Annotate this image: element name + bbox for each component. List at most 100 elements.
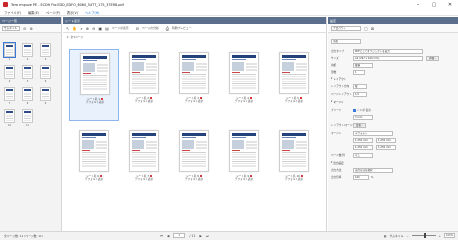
page-card[interactable]: シート名 3 デフォルト表示 [169, 49, 219, 121]
menu-page[interactable]: ページ(P) [46, 10, 60, 15]
output-method-select[interactable]: 出力方法を選択 [353, 167, 393, 173]
page-card[interactable]: シート名 6 デフォルト表示 [69, 127, 119, 199]
page-title-band [182, 133, 206, 136]
bleed-checkbox[interactable] [353, 108, 356, 112]
margin-row: マージン デフォルト [331, 130, 455, 136]
margin-select[interactable]: デフォルト [353, 130, 393, 136]
page-thumbnail[interactable] [4, 109, 15, 123]
menu-help[interactable]: ヘルプ(H) [85, 10, 99, 15]
zoom-out-icon[interactable]: ⊖ [23, 26, 26, 31]
status-dot-icon [300, 175, 303, 177]
page-side-text [296, 140, 307, 149]
settings-pane: 設定 プロパティ ▢ ⊠ 全般 出力タイプ PDFとしてオブジェクトを出力 サイ… [328, 17, 458, 231]
bleed-input[interactable]: 3 mm [353, 114, 373, 120]
page-view-icon[interactable]: ▤ [105, 26, 109, 31]
page-thumbnail[interactable] [4, 65, 15, 79]
page-thumbnail[interactable] [22, 109, 33, 123]
margin-section-toggle[interactable]: ▾ マージン [331, 99, 344, 104]
page-cols-select[interactable]: なし [353, 152, 373, 158]
page-side-text [146, 140, 157, 149]
zoom-slider[interactable] [411, 233, 436, 238]
view-mode-select[interactable]: サムネイル [2, 25, 20, 31]
page-thumbnail[interactable] [22, 43, 33, 57]
margin-bottom-input[interactable]: 1,250 mm [376, 137, 396, 143]
page-card[interactable]: シート名 9 デフォルト表示 [219, 127, 269, 199]
page-view-button[interactable]: ページの表示 [112, 26, 129, 30]
page-split-button[interactable]: ページの分割 [142, 26, 159, 30]
page-card[interactable]: シート名 4 デフォルト表示 [219, 49, 269, 121]
page-image-block [132, 140, 144, 149]
size-select[interactable]: A4 (297 x 420 mm) [353, 55, 423, 61]
output-section-toggle[interactable]: ▾ 出力設定 [331, 160, 344, 165]
layout-section-toggle[interactable]: ▾ レイアウト [331, 76, 346, 81]
last-page-icon[interactable]: ⏭ [206, 234, 209, 238]
page-thumbnail[interactable] [3, 42, 16, 58]
menu-edit[interactable]: 編集(E) [28, 10, 39, 15]
next-page-icon[interactable]: ▶ [199, 234, 201, 238]
page-card[interactable]: シート名 5 デフォルト表示 [269, 49, 319, 121]
delete-icon[interactable]: ⊠ [371, 26, 374, 31]
output-scale-input[interactable]: 100 [353, 174, 369, 180]
page-thumbnail[interactable] [22, 65, 33, 79]
first-page-icon[interactable]: ⏮ [160, 234, 163, 238]
page-thumbnail[interactable] [40, 65, 51, 79]
page-thumbnail[interactable] [40, 43, 51, 57]
zoom-level[interactable]: 100% [444, 233, 455, 238]
output-type-row: 出力タイプ PDFとしてオブジェクトを出力 [331, 48, 455, 54]
save-icon[interactable]: ▢ [364, 26, 368, 31]
page-image-block [82, 140, 94, 149]
layout-direction-select[interactable]: 縦 [353, 83, 367, 89]
general-select[interactable]: 全般 [331, 38, 361, 44]
status-dot-icon [99, 175, 102, 177]
margin-right-input[interactable]: 1,250 mm [376, 144, 396, 150]
split-icon[interactable]: ⊟ [136, 26, 139, 31]
prev-page-icon[interactable]: ◀ [167, 234, 169, 238]
orientation-select[interactable]: 縦横 [353, 62, 373, 68]
minimize-button[interactable]: – [410, 0, 426, 9]
page-view-mode: デフォルト表示 [234, 178, 254, 182]
search-icon[interactable]: ⌕ [80, 26, 82, 31]
zoom-slider-knob[interactable] [423, 233, 426, 238]
page-card[interactable]: シート名 1 デフォルト表示 [69, 49, 119, 121]
pointer-icon[interactable]: ↖ [66, 26, 69, 31]
copies-input[interactable]: 1 [353, 69, 365, 75]
page-title-band [232, 55, 256, 58]
zoom-in-icon[interactable]: ⊕ [86, 26, 89, 31]
hand-icon[interactable]: ✋ [72, 26, 77, 31]
size-detail-button[interactable]: 詳細... [426, 55, 440, 61]
zoom-out-icon[interactable]: ⊖ [92, 26, 95, 31]
page-body-text [132, 73, 156, 90]
thumbnail-number: 1 [8, 58, 11, 61]
close-button[interactable]: ✕ [442, 0, 458, 9]
page-thumbnail[interactable] [22, 87, 33, 101]
page-thumbnail[interactable] [40, 87, 51, 101]
page-card[interactable]: シート名 7 デフォルト表示 [119, 127, 169, 199]
thumbnail-view-icon[interactable]: ▦ [384, 234, 387, 238]
page-title-band [282, 55, 306, 58]
page-body-text [232, 73, 256, 90]
page-card[interactable]: シート名 10 デフォルト表示 [269, 127, 319, 199]
menu-view[interactable]: 表示(V) [67, 10, 78, 15]
sheet-view-header: シート表示 [63, 17, 326, 24]
print-preview-icon[interactable]: ⎙ [166, 26, 169, 31]
zoom-in-icon[interactable]: ⊕ [29, 26, 32, 31]
page-layout-input[interactable]: 1/1 [353, 91, 367, 97]
margin-top-input[interactable]: 1,250 mm [353, 137, 373, 143]
page-body-text [82, 151, 106, 168]
print-preview-button[interactable]: 印刷プレビュー [172, 26, 192, 30]
section-header[interactable]: ▾ 全1ページ [63, 33, 326, 40]
output-type-select[interactable]: PDFとしてオブジェクトを出力 [353, 48, 423, 54]
fit-page-icon[interactable]: ▣ [98, 26, 102, 31]
zoom-out-icon[interactable]: − [406, 234, 408, 238]
total-pages: / 11 [189, 233, 196, 238]
maximize-button[interactable]: ▢ [426, 0, 442, 9]
page-card[interactable]: シート名 2 デフォルト表示 [119, 49, 169, 121]
page-thumbnail[interactable] [4, 87, 15, 101]
current-page-input[interactable]: 1 [173, 233, 186, 238]
layout-margin-change-button[interactable]: 変更... [353, 122, 367, 128]
menu-file[interactable]: ファイル(F) [4, 10, 21, 15]
page-card[interactable]: シート名 8 デフォルト表示 [169, 127, 219, 199]
properties-select[interactable]: プロパティ [331, 25, 361, 31]
zoom-in-icon[interactable]: + [439, 234, 441, 238]
margin-left-input[interactable]: 1,250 mm [353, 144, 373, 150]
